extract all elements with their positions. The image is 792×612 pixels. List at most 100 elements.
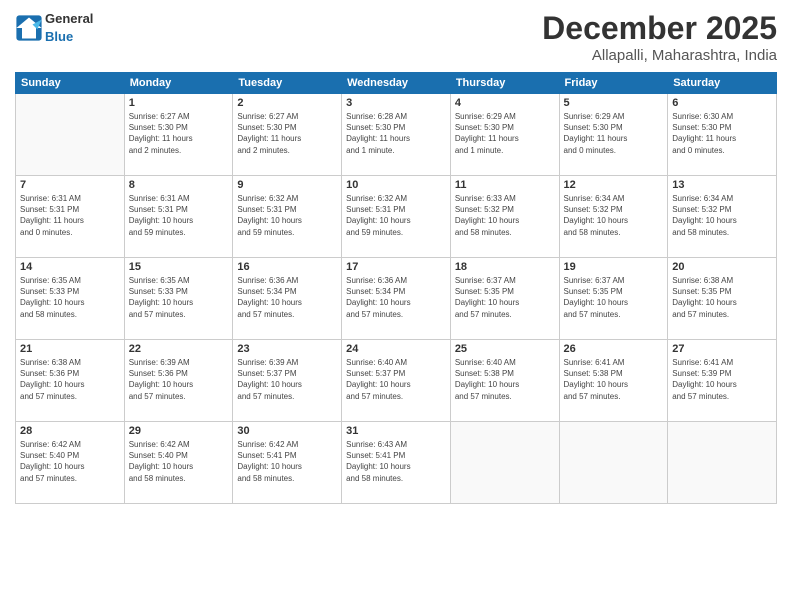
week-row-1: 1 Sunrise: 6:27 AM Sunset: 5:30 PM Daylig… [16, 94, 777, 176]
table-row: 21 Sunrise: 6:38 AM Sunset: 5:36 PM Dayli… [16, 340, 125, 422]
header-sunday: Sunday [16, 73, 125, 94]
day-info: Sunrise: 6:38 AM Sunset: 5:36 PM Dayligh… [20, 357, 120, 402]
day-info: Sunrise: 6:27 AM Sunset: 5:30 PM Dayligh… [237, 111, 337, 156]
day-number: 26 [564, 343, 664, 355]
table-row: 11Sunrise: 6:33 AM Sunset: 5:32 PM Dayli… [450, 176, 559, 258]
table-row: 23Sunrise: 6:39 AM Sunset: 5:37 PM Dayli… [233, 340, 342, 422]
table-row: 27 Sunrise: 6:41 AM Sunset: 5:39 PM Dayli… [668, 340, 777, 422]
page: General Blue December 2025 Allapalli, Ma… [0, 0, 792, 612]
day-number: 15 [129, 261, 229, 273]
day-number: 21 [20, 343, 120, 355]
day-info: Sunrise: 6:32 AM Sunset: 5:31 PM Dayligh… [237, 193, 337, 238]
table-row: 9 Sunrise: 6:32 AM Sunset: 5:31 PM Daylig… [233, 176, 342, 258]
table-row: 14Sunrise: 6:35 AM Sunset: 5:33 PM Dayli… [16, 258, 125, 340]
logo-icon [15, 14, 43, 42]
day-number: 10 [346, 179, 446, 191]
week-row-3: 14 Sunrise: 6:35 AM Sunset: 5:33 PM Dayli… [16, 258, 777, 340]
day-info: Sunrise: 6:42 AM Sunset: 5:40 PM Dayligh… [20, 439, 120, 484]
day-number: 8 [129, 179, 229, 191]
table-row: 29 Sunrise: 6:42 AM Sunset: 5:40 PM Dayli… [124, 422, 233, 504]
table-row: 31 Sunrise: 6:43 AM Sunset: 5:41 PM Dayli… [342, 422, 451, 504]
table-row [450, 422, 559, 504]
header-area: General Blue December 2025 Allapalli, Ma… [15, 10, 777, 64]
day-info: Sunrise: 6:30 AM Sunset: 5:30 PM Dayligh… [672, 111, 772, 156]
header-wednesday: Wednesday [342, 73, 451, 94]
day-number: 19 [564, 261, 664, 273]
day-info: Sunrise: 6:31 AM Sunset: 5:31 PM Dayligh… [20, 193, 120, 238]
day-number: 30 [237, 425, 337, 437]
week-row-5: 28 Sunrise: 6:42 AM Sunset: 5:40 PM Dayli… [16, 422, 777, 504]
day-number: 1 [129, 97, 229, 109]
day-number: 25 [455, 343, 555, 355]
table-row: 4 Sunrise: 6:29 AM Sunset: 5:30 PM Daylig… [450, 94, 559, 176]
header-tuesday: Tuesday [233, 73, 342, 94]
day-info: Sunrise: 6:40 AM Sunset: 5:38 PM Dayligh… [455, 357, 555, 402]
table-row: 13 Sunrise: 6:34 AM Sunset: 5:32 PM Dayli… [668, 176, 777, 258]
logo-blue: Blue [45, 29, 73, 44]
table-row: 12Sunrise: 6:34 AM Sunset: 5:32 PM Dayli… [559, 176, 668, 258]
week-row-4: 21 Sunrise: 6:38 AM Sunset: 5:36 PM Dayli… [16, 340, 777, 422]
table-row: 8Sunrise: 6:31 AM Sunset: 5:31 PM Daylig… [124, 176, 233, 258]
day-info: Sunrise: 6:35 AM Sunset: 5:33 PM Dayligh… [129, 275, 229, 320]
day-number: 18 [455, 261, 555, 273]
day-info: Sunrise: 6:29 AM Sunset: 5:30 PM Dayligh… [455, 111, 555, 156]
day-number: 5 [564, 97, 664, 109]
day-number: 9 [237, 179, 337, 191]
week-row-2: 7 Sunrise: 6:31 AM Sunset: 5:31 PM Daylig… [16, 176, 777, 258]
day-number: 6 [672, 97, 772, 109]
table-row: 15 Sunrise: 6:35 AM Sunset: 5:33 PM Dayli… [124, 258, 233, 340]
day-number: 4 [455, 97, 555, 109]
day-info: Sunrise: 6:41 AM Sunset: 5:39 PM Dayligh… [672, 357, 772, 402]
table-row: 20 Sunrise: 6:38 AM Sunset: 5:35 PM Dayli… [668, 258, 777, 340]
title-area: December 2025 Allapalli, Maharashtra, In… [542, 10, 777, 64]
table-row: 3Sunrise: 6:28 AM Sunset: 5:30 PM Daylig… [342, 94, 451, 176]
day-number: 11 [455, 179, 555, 191]
day-number: 7 [20, 179, 120, 191]
day-number: 23 [237, 343, 337, 355]
day-info: Sunrise: 6:41 AM Sunset: 5:38 PM Dayligh… [564, 357, 664, 402]
day-info: Sunrise: 6:40 AM Sunset: 5:37 PM Dayligh… [346, 357, 446, 402]
day-info: Sunrise: 6:42 AM Sunset: 5:40 PM Dayligh… [129, 439, 229, 484]
header-row: Sunday Monday Tuesday Wednesday Thursday… [16, 73, 777, 94]
day-number: 14 [20, 261, 120, 273]
logo-general: General [45, 11, 93, 26]
header-monday: Monday [124, 73, 233, 94]
table-row [16, 94, 125, 176]
day-info: Sunrise: 6:38 AM Sunset: 5:35 PM Dayligh… [672, 275, 772, 320]
day-number: 20 [672, 261, 772, 273]
day-number: 2 [237, 97, 337, 109]
day-info: Sunrise: 6:34 AM Sunset: 5:32 PM Dayligh… [564, 193, 664, 238]
day-info: Sunrise: 6:39 AM Sunset: 5:36 PM Dayligh… [129, 357, 229, 402]
table-row: 7 Sunrise: 6:31 AM Sunset: 5:31 PM Daylig… [16, 176, 125, 258]
table-row: 28 Sunrise: 6:42 AM Sunset: 5:40 PM Dayli… [16, 422, 125, 504]
day-number: 31 [346, 425, 446, 437]
day-number: 24 [346, 343, 446, 355]
day-number: 29 [129, 425, 229, 437]
table-row: 17Sunrise: 6:36 AM Sunset: 5:34 PM Dayli… [342, 258, 451, 340]
day-info: Sunrise: 6:43 AM Sunset: 5:41 PM Dayligh… [346, 439, 446, 484]
logo: General Blue [15, 10, 93, 46]
day-number: 27 [672, 343, 772, 355]
day-number: 28 [20, 425, 120, 437]
calendar: Sunday Monday Tuesday Wednesday Thursday… [15, 72, 777, 504]
day-number: 13 [672, 179, 772, 191]
table-row: 26 Sunrise: 6:41 AM Sunset: 5:38 PM Dayli… [559, 340, 668, 422]
header-saturday: Saturday [668, 73, 777, 94]
table-row: 2 Sunrise: 6:27 AM Sunset: 5:30 PM Daylig… [233, 94, 342, 176]
day-info: Sunrise: 6:29 AM Sunset: 5:30 PM Dayligh… [564, 111, 664, 156]
day-info: Sunrise: 6:34 AM Sunset: 5:32 PM Dayligh… [672, 193, 772, 238]
day-info: Sunrise: 6:36 AM Sunset: 5:34 PM Dayligh… [346, 275, 446, 320]
header-friday: Friday [559, 73, 668, 94]
month-title: December 2025 [542, 10, 777, 47]
day-number: 16 [237, 261, 337, 273]
day-number: 22 [129, 343, 229, 355]
table-row: 22 Sunrise: 6:39 AM Sunset: 5:36 PM Dayli… [124, 340, 233, 422]
table-row: 1 Sunrise: 6:27 AM Sunset: 5:30 PM Daylig… [124, 94, 233, 176]
table-row: 19 Sunrise: 6:37 AM Sunset: 5:35 PM Dayli… [559, 258, 668, 340]
day-info: Sunrise: 6:37 AM Sunset: 5:35 PM Dayligh… [564, 275, 664, 320]
day-info: Sunrise: 6:27 AM Sunset: 5:30 PM Dayligh… [129, 111, 229, 156]
table-row: 18Sunrise: 6:37 AM Sunset: 5:35 PM Dayli… [450, 258, 559, 340]
day-info: Sunrise: 6:42 AM Sunset: 5:41 PM Dayligh… [237, 439, 337, 484]
day-info: Sunrise: 6:32 AM Sunset: 5:31 PM Dayligh… [346, 193, 446, 238]
day-info: Sunrise: 6:28 AM Sunset: 5:30 PM Dayligh… [346, 111, 446, 156]
